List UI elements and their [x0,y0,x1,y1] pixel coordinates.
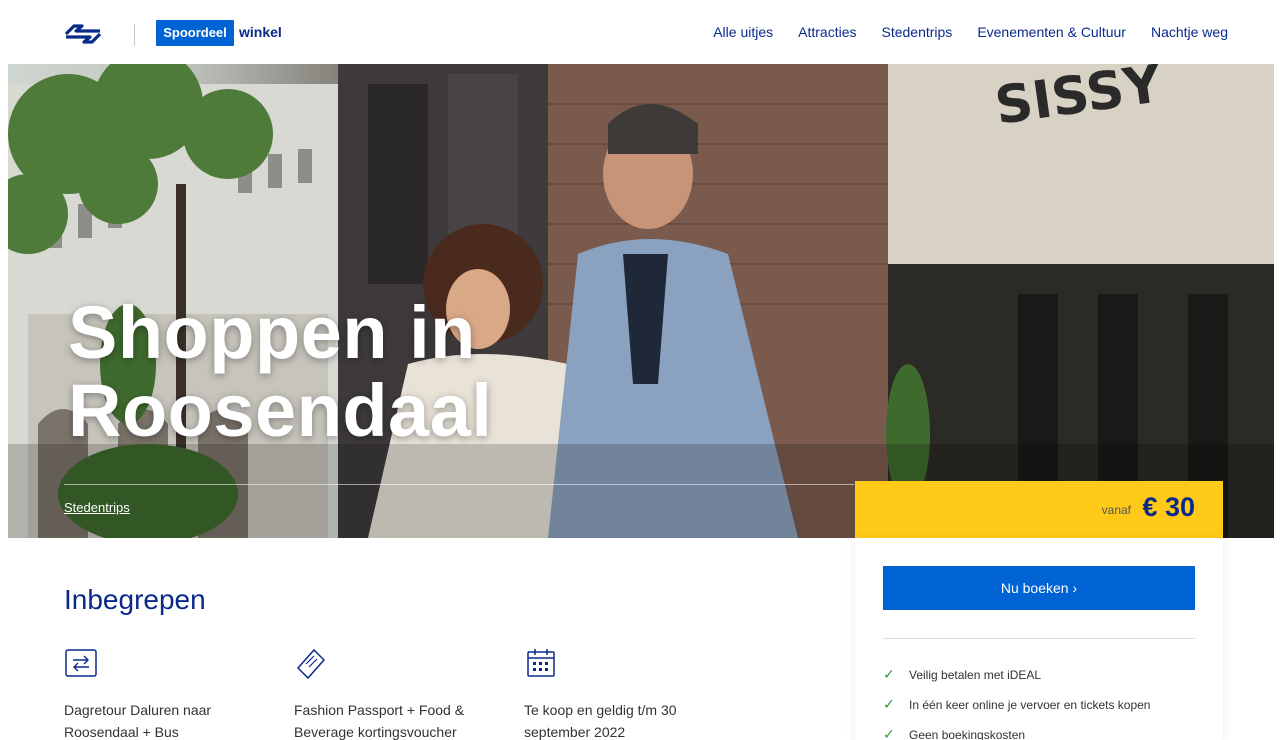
included-heading: Inbegrepen [64,584,206,615]
nav-attracties[interactable]: Attracties [798,24,856,40]
hero-divider [64,484,854,485]
transfer-icon [65,649,97,677]
header-divider [134,24,135,46]
check-icon: ✓ [883,726,895,740]
book-now-button[interactable]: Nu boeken › [883,566,1195,610]
nav-alle-uitjes[interactable]: Alle uitjes [713,24,773,40]
usp-item: ✓ In één keer online je vervoer en ticke… [883,696,1150,713]
usp-item: ✓ Veilig betalen met iDEAL [883,666,1041,683]
included-item: Fashion Passport + Food & Beverage korti… [294,646,494,740]
usp-text: In één keer online je vervoer en tickets… [909,697,1151,712]
usp-text: Veilig betalen met iDEAL [909,667,1042,682]
nav-stedentrips[interactable]: Stedentrips [881,24,952,40]
hero-banner: SISSY Shoppen in Roosendaal Stedentrips [8,64,1274,538]
winkel-label: winkel [239,24,282,40]
nav-evenementen-cultuur[interactable]: Evenementen & Cultuur [977,24,1126,40]
title-line-1: Shoppen in [68,291,476,374]
spoordeel-logo[interactable]: Spoordeel [156,20,234,46]
booking-card: Nu boeken › ✓ Veilig betalen met iDEAL ✓… [855,538,1223,740]
ticket-icon [296,648,326,680]
price-bar: vanaf € 30 [855,481,1223,538]
main-nav: Alle uitjes Attracties Stedentrips Evene… [713,24,1228,40]
nav-nachtje-weg[interactable]: Nachtje weg [1151,24,1228,40]
check-icon: ✓ [883,666,895,682]
check-icon: ✓ [883,696,895,712]
price-value: € 30 [1142,492,1195,522]
card-divider [883,638,1195,639]
included-text: Fashion Passport + Food & Beverage korti… [294,702,465,740]
price-from-label: vanaf [1101,503,1131,517]
page-title: Shoppen in Roosendaal [68,294,492,450]
included-text: Dagretour Daluren naar Roosendaal + Bus [64,702,212,740]
title-line-2: Roosendaal [68,369,493,452]
usp-item: ✓ Geen boekingskosten [883,726,1025,740]
header: Spoordeel winkel Alle uitjes Attracties … [0,0,1282,64]
included-text: Te koop en geldig t/m 30 september 2022 [524,702,677,740]
included-item: Te koop en geldig t/m 30 september 2022 [524,646,724,740]
category-link-stedentrips[interactable]: Stedentrips [64,500,130,515]
calendar-icon [527,649,555,677]
ns-logo-icon[interactable] [62,22,104,46]
included-item: Dagretour Daluren naar Roosendaal + Bus [64,646,264,740]
usp-text: Geen boekingskosten [909,727,1026,740]
